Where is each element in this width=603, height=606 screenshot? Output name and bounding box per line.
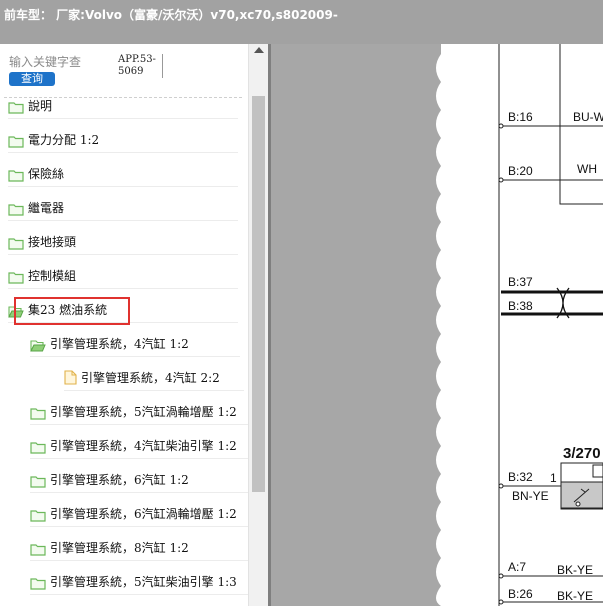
search-input[interactable] [9, 54, 89, 70]
wire-color-label: WH [577, 162, 597, 176]
pin-label: B:20 [508, 164, 533, 178]
wire-color-label: BK-YE [557, 563, 593, 577]
folder-icon [30, 541, 46, 556]
tree-node[interactable]: 接地接頭 [8, 228, 238, 255]
tree-panel: 查询 APP.53- 5069 說明電力分配 1:2 保險絲繼電器接地接頭控制模組… [0, 44, 268, 606]
wire-color-label: BK-YE [557, 589, 593, 603]
tree-node[interactable]: 引擎管理系統，6汽缸 1:2 [30, 466, 260, 493]
pin-label: B:16 [508, 110, 533, 124]
folder-icon [30, 473, 46, 488]
pin-label: B:37 [508, 275, 533, 289]
tree-node[interactable]: 繼電器 [8, 194, 238, 221]
pin-label: B:26 [508, 587, 533, 601]
folder-icon [30, 439, 46, 454]
tree-node[interactable]: 電力分配 1:2 [8, 126, 238, 153]
pin-number: 1 [550, 471, 557, 485]
title-bar: 前车型： 厂家:Volvo（富豪/沃尔沃）v70,xc70,s802009- [0, 0, 603, 44]
tree-node-label: 引擎管理系統，5汽缸渦輪增壓 1:2 [50, 404, 237, 419]
switch-contact [575, 501, 581, 507]
pin-label: B:38 [508, 299, 533, 313]
tree-node[interactable]: 引擎管理系統，4汽缸柴油引擎 1:2 [30, 432, 260, 459]
app-code: APP.53- 5069 [118, 54, 163, 78]
folder-icon [30, 575, 46, 590]
tree-node-label: 引擎管理系統，5汽缸柴油引擎 1:3 [50, 574, 237, 589]
tree-node-label: 引擎管理系統，4汽缸 2:2 [81, 370, 220, 385]
folder-icon [8, 235, 24, 250]
tree-node[interactable]: 引擎管理系統，8汽缸 1:2 [30, 534, 260, 561]
tree-node[interactable]: 引擎管理系統，5汽缸渦輪增壓 1:2 [30, 398, 260, 425]
pin-label: B:32 [508, 470, 533, 484]
tree-node-label: 說明 [28, 98, 53, 113]
tree-node-label: 保險絲 [28, 166, 65, 181]
tree-node-label: 引擎管理系統，6汽缸渦輪增壓 1:2 [50, 506, 237, 521]
pin-terminal [498, 483, 504, 489]
app-code-line2: 5069 [118, 66, 144, 77]
folder-icon [30, 507, 46, 522]
tree-node[interactable]: 控制模組 [8, 262, 238, 289]
tree-node[interactable]: 引擎管理系統，4汽缸 2:2 [64, 364, 244, 391]
tree-node-label: 引擎管理系統，4汽缸柴油引擎 1:2 [50, 438, 237, 453]
diagram-sheet [453, 44, 603, 606]
tree-node-label: 引擎管理系統，6汽缸 1:2 [50, 472, 189, 487]
folder-icon [8, 269, 24, 284]
folder-icon [8, 133, 24, 148]
tree-node-label: 接地接頭 [28, 234, 77, 249]
tree-node-label: 引擎管理系統，8汽缸 1:2 [50, 540, 189, 555]
tree-node[interactable]: 引擎管理系統，4汽缸 1:2 [30, 330, 240, 357]
tree-node-label: 電力分配 1:2 [28, 132, 100, 147]
wire-color-label: BU-W [573, 110, 603, 124]
scroll-up-arrow-icon[interactable] [254, 47, 264, 53]
wiring-diagram: B:16 BU-W B:20 WH B:37 B:38 3/270 B:32 1… [271, 44, 603, 606]
folder-icon [8, 167, 24, 182]
wire-color-label: BN-YE [512, 489, 549, 503]
pin-terminal [498, 599, 504, 605]
pin-terminal [498, 177, 504, 183]
scroll-thumb[interactable] [252, 96, 265, 492]
tree-node-label: 引擎管理系統，4汽缸 1:2 [50, 336, 189, 351]
pin-terminal [498, 573, 504, 579]
tree-node-label: 繼電器 [28, 200, 65, 215]
wavy-page-edge [271, 44, 441, 606]
relay-coil-icon [592, 464, 603, 478]
selection-highlight [14, 297, 130, 325]
folder-icon [8, 201, 24, 216]
folder-icon [30, 405, 46, 420]
app-code-line1: APP.53- [118, 54, 156, 65]
folder-open-icon [30, 337, 46, 351]
search-button[interactable]: 查询 [9, 72, 55, 86]
tree-node[interactable]: 保險絲 [8, 160, 238, 187]
pin-terminal [498, 123, 504, 129]
component-label: 3/270 [563, 445, 601, 462]
tree-node[interactable]: 說明 [8, 92, 238, 119]
tree-scrollbar[interactable] [248, 44, 269, 606]
diagram-panel: B:16 BU-W B:20 WH B:37 B:38 3/270 B:32 1… [271, 44, 603, 606]
tree-node[interactable]: 引擎管理系統，6汽缸渦輪增壓 1:2 [30, 500, 260, 527]
file-icon [64, 369, 77, 385]
folder-icon [8, 99, 24, 114]
tree-node-label: 控制模組 [28, 268, 77, 283]
tree-node[interactable]: 引擎管理系統，5汽缸柴油引擎 1:3 [30, 568, 260, 595]
pin-label: A:7 [508, 560, 526, 574]
vehicle-title: 前车型： 厂家:Volvo（富豪/沃尔沃）v70,xc70,s802009- [4, 8, 338, 22]
